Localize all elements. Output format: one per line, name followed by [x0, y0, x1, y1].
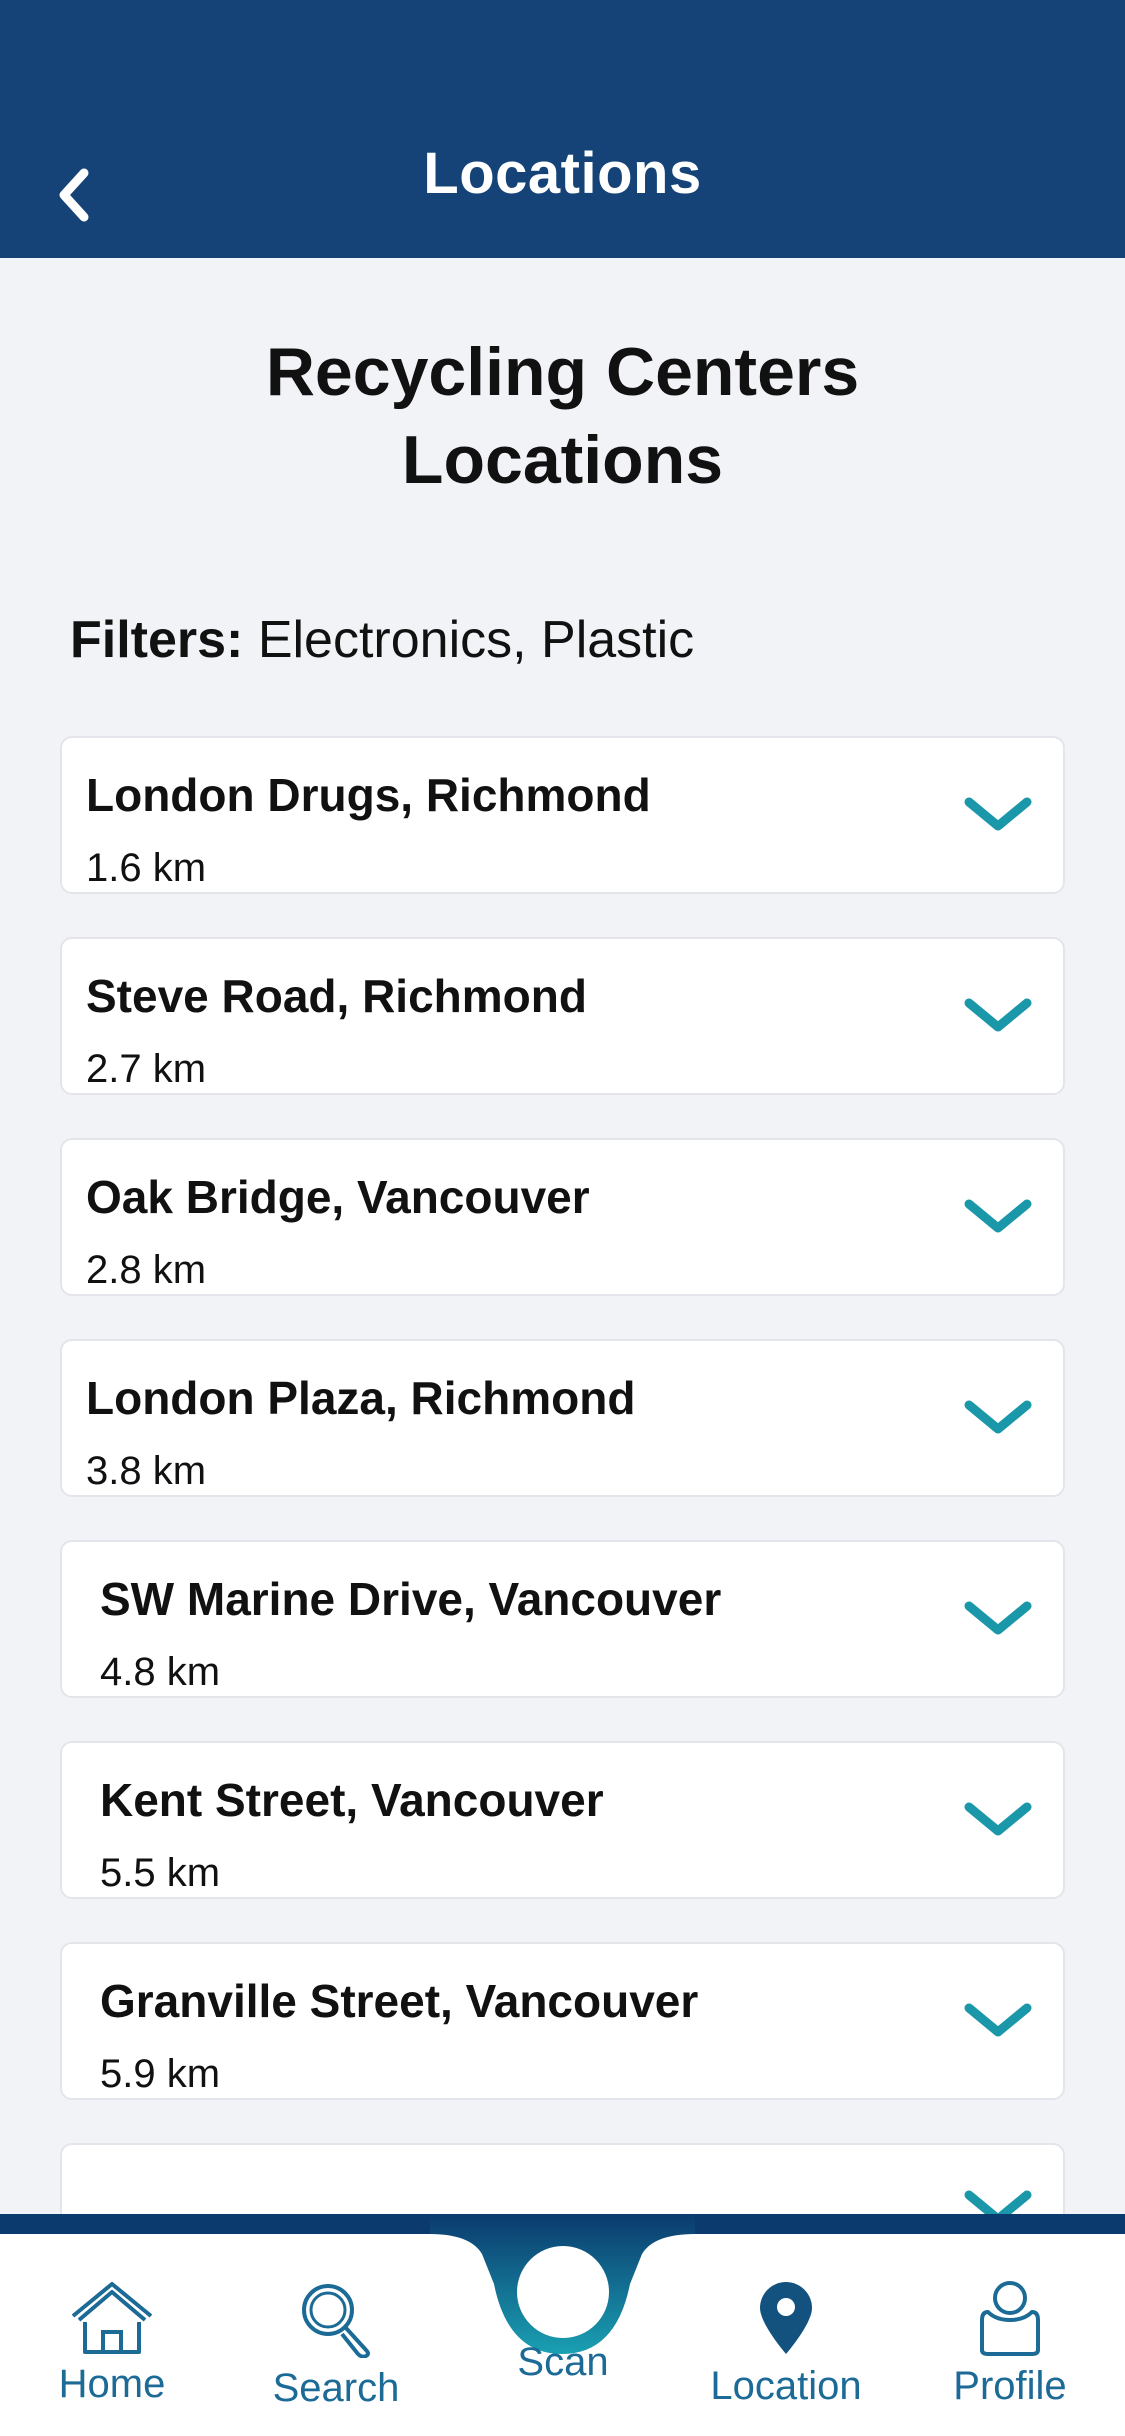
- location-name: Oak Bridge, Vancouver: [86, 1171, 590, 1223]
- location-distance: 2.7 km: [86, 1047, 207, 1091]
- chevron-down-icon[interactable]: [961, 993, 1035, 1037]
- location-name: Steve Road, Richmond: [86, 970, 587, 1022]
- tab-bar: Home Search Location Profile Scan: [0, 2214, 1125, 2436]
- location-name: London Drugs, Richmond: [86, 769, 651, 821]
- tab-scan-label: Scan: [517, 2340, 609, 2384]
- tab-search-label: Search: [272, 2366, 400, 2410]
- profile-icon: [980, 2281, 1040, 2356]
- location-name: Kent Street, Vancouver: [100, 1774, 604, 1826]
- page-title-line2: Locations: [401, 422, 724, 498]
- search-icon: [302, 2284, 370, 2358]
- tab-location[interactable]: Location: [686, 2234, 886, 2436]
- location-card[interactable]: Kent Street, Vancouver 5.5 km: [60, 1741, 1065, 1899]
- location-name: SW Marine Drive, Vancouver: [100, 1573, 722, 1625]
- location-card[interactable]: Steve Road, Richmond 2.7 km: [60, 937, 1065, 1095]
- location-card[interactable]: SW Marine Drive, Vancouver 4.8 km: [60, 1540, 1065, 1698]
- location-card[interactable]: London Drugs, Richmond 1.6 km: [60, 736, 1065, 894]
- chevron-down-icon[interactable]: [961, 1797, 1035, 1841]
- tab-search[interactable]: Search: [236, 2234, 436, 2436]
- filters-summary: Filters: Electronics, Plastic: [70, 610, 694, 670]
- location-name: London Plaza, Richmond: [86, 1372, 636, 1424]
- chevron-down-icon[interactable]: [961, 1998, 1035, 2042]
- map-pin-icon: [760, 2282, 812, 2354]
- tab-profile-label: Profile: [953, 2364, 1067, 2408]
- location-name: Granville Street, Vancouver: [100, 1975, 699, 2027]
- filters-label: Filters:: [70, 611, 244, 669]
- location-card-partial[interactable]: [60, 2143, 1065, 2223]
- page-title: Recycling Centers Locations: [0, 328, 1125, 504]
- page-title-line1: Recycling Centers: [265, 334, 860, 410]
- filters-value: Electronics, Plastic: [243, 611, 695, 669]
- tab-scan[interactable]: Scan: [463, 2234, 663, 2436]
- chevron-down-icon[interactable]: [961, 1596, 1035, 1640]
- app-header: Locations: [0, 0, 1125, 258]
- locations-list: London Drugs, Richmond 1.6 km Steve Road…: [60, 736, 1065, 2266]
- tab-profile[interactable]: Profile: [910, 2234, 1110, 2436]
- location-card[interactable]: Granville Street, Vancouver 5.9 km: [60, 1942, 1065, 2100]
- tab-location-label: Location: [710, 2364, 862, 2408]
- chevron-down-icon[interactable]: [961, 792, 1035, 836]
- location-distance: 1.6 km: [86, 846, 207, 890]
- location-distance: 2.8 km: [86, 1248, 207, 1292]
- location-card[interactable]: London Plaza, Richmond 3.8 km: [60, 1339, 1065, 1497]
- tab-home[interactable]: Home: [12, 2234, 212, 2436]
- location-distance: 3.8 km: [86, 1449, 207, 1493]
- chevron-down-icon[interactable]: [961, 1395, 1035, 1439]
- home-icon: [71, 2282, 153, 2354]
- location-card[interactable]: Oak Bridge, Vancouver 2.8 km: [60, 1138, 1065, 1296]
- tab-home-label: Home: [58, 2362, 166, 2406]
- location-distance: 5.9 km: [100, 2052, 221, 2096]
- header-title: Locations: [423, 141, 702, 206]
- location-distance: 4.8 km: [100, 1650, 221, 1694]
- location-distance: 5.5 km: [100, 1851, 221, 1895]
- chevron-down-icon[interactable]: [961, 1194, 1035, 1238]
